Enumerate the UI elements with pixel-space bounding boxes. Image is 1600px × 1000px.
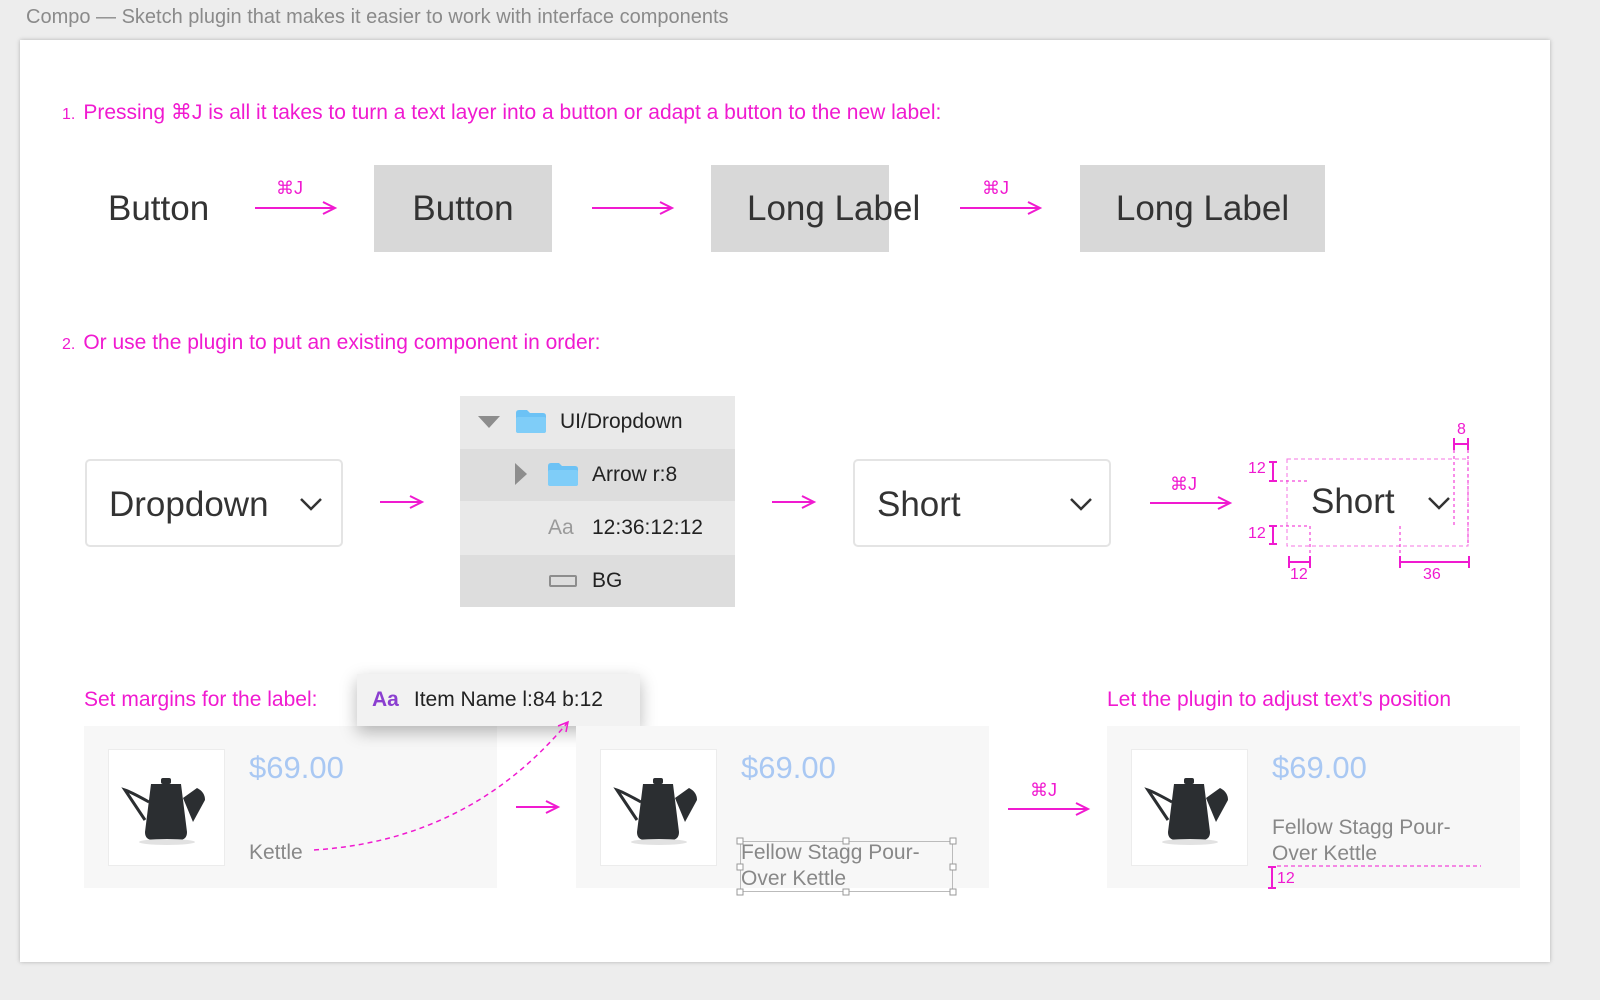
chevron-down-icon — [1070, 498, 1092, 511]
dropdown-original[interactable]: Dropdown — [85, 459, 343, 547]
layer-row-bg[interactable]: BG — [460, 555, 735, 607]
overflowing-label: Long Label — [747, 189, 921, 228]
product-image — [600, 749, 717, 866]
window-title: Compo — Sketch plugin that makes it easi… — [26, 6, 729, 28]
item-name-line-1: Fellow Stagg Pour- — [1272, 816, 1451, 839]
plain-text-layer: Button — [108, 189, 210, 228]
arrow-right-icon — [255, 201, 338, 215]
step-1-caption: 1. Pressing ⌘J is all it takes to turn a … — [62, 100, 941, 125]
product-image — [1131, 749, 1248, 866]
dim-arrow: 8 — [1457, 421, 1466, 438]
product-image — [108, 749, 225, 866]
folder-icon — [516, 410, 546, 433]
product-card-adjusted: $69.00 Fellow Stagg Pour- Over Kettle 12 — [1107, 726, 1520, 889]
dropdown-label: Dropdown — [109, 485, 269, 524]
item-name-line-1: Fellow Stagg Pour- — [741, 841, 920, 864]
rectangle-layer-icon — [549, 575, 577, 587]
price-label: $69.00 — [741, 750, 836, 785]
item-name-label: Fellow Stagg Pour- Over Kettle — [1272, 815, 1451, 867]
shortcut-label-2: ⌘J — [982, 178, 1009, 198]
bottom-margin-marker — [1268, 865, 1481, 889]
dropdown-short[interactable]: Short — [853, 459, 1111, 547]
item-name-label: Fellow Stagg Pour- Over Kettle — [741, 840, 920, 892]
folder-icon — [548, 463, 578, 486]
arrow-right-icon — [772, 495, 817, 509]
shortcut-label-1: ⌘J — [276, 178, 303, 198]
step-1-text: Pressing ⌘J is all it takes to turn a te… — [83, 101, 942, 124]
disclosure-triangle-down-icon[interactable] — [478, 416, 500, 430]
price-label: $69.00 — [1272, 750, 1367, 785]
tooltip-text: Item Name l:84 b:12 — [413, 688, 603, 711]
button-adapted-label: Long Label — [1115, 188, 1290, 228]
dim-right: 36 — [1423, 566, 1441, 583]
layer-name: Arrow r:8 — [592, 463, 678, 486]
arrow-right-icon — [960, 201, 1043, 215]
button-result[interactable]: Button — [374, 165, 552, 252]
dim-bottom-margin: 12 — [1277, 870, 1295, 887]
dim-top: 12 — [1248, 460, 1266, 477]
connector-line — [313, 720, 570, 851]
layer-name: UI/Dropdown — [560, 410, 683, 433]
layer-row-arrow[interactable]: Arrow r:8 — [460, 449, 735, 501]
dropdown-short-label: Short — [877, 485, 961, 524]
arrow-right-icon — [1008, 802, 1091, 816]
item-name-label: Kettle — [249, 841, 303, 864]
disclosure-triangle-right-icon[interactable] — [515, 463, 527, 485]
step-2-number: 2. — [62, 336, 76, 353]
caption-set-margins: Set margins for the label: — [84, 688, 318, 711]
button-result-label: Button — [412, 188, 514, 228]
kettle-image-icon — [121, 778, 205, 845]
dropdown-fixed-label: Short — [1311, 482, 1395, 521]
item-name-line-2: Over Kettle — [741, 867, 847, 890]
step-1-number: 1. — [62, 106, 76, 123]
layer-row-ui-dropdown[interactable]: UI/Dropdown — [460, 396, 735, 448]
layer-name: BG — [592, 569, 623, 592]
arrow-right-icon — [380, 495, 425, 509]
text-layer-icon: Aa — [372, 688, 399, 711]
arrow-right-icon — [1150, 496, 1233, 510]
kettle-image-icon — [1144, 778, 1228, 845]
arrow-right-icon — [516, 800, 561, 814]
text-layer-icon: Aa — [548, 516, 574, 539]
shortcut-label-3: ⌘J — [1170, 474, 1197, 494]
layers-panel: UI/Dropdown Arrow r:8 Aa 12:36:12:12 BG — [460, 396, 735, 607]
kettle-image-icon — [613, 778, 697, 845]
dim-bottom: 12 — [1248, 525, 1266, 542]
caption-adjust-position: Let the plugin to adjust text’s position — [1107, 688, 1452, 711]
dim-left: 12 — [1290, 566, 1308, 583]
arrow-right-icon — [592, 201, 675, 215]
shortcut-label-4: ⌘J — [1030, 780, 1057, 800]
step-2-caption: 2. Or use the plugin to put an existing c… — [62, 331, 601, 355]
step-2-text: Or use the plugin to put an existing com… — [83, 331, 601, 354]
product-card-renamed: $69.00 Fellow Stagg Pour- Over Kettle — [576, 726, 989, 896]
layer-row-text[interactable]: Aa 12:36:12:12 — [460, 502, 735, 554]
button-adapted[interactable]: Long Label — [1080, 165, 1325, 252]
layer-name: 12:36:12:12 — [592, 516, 703, 539]
chevron-down-icon — [300, 498, 322, 511]
chevron-down-icon — [1428, 497, 1450, 510]
